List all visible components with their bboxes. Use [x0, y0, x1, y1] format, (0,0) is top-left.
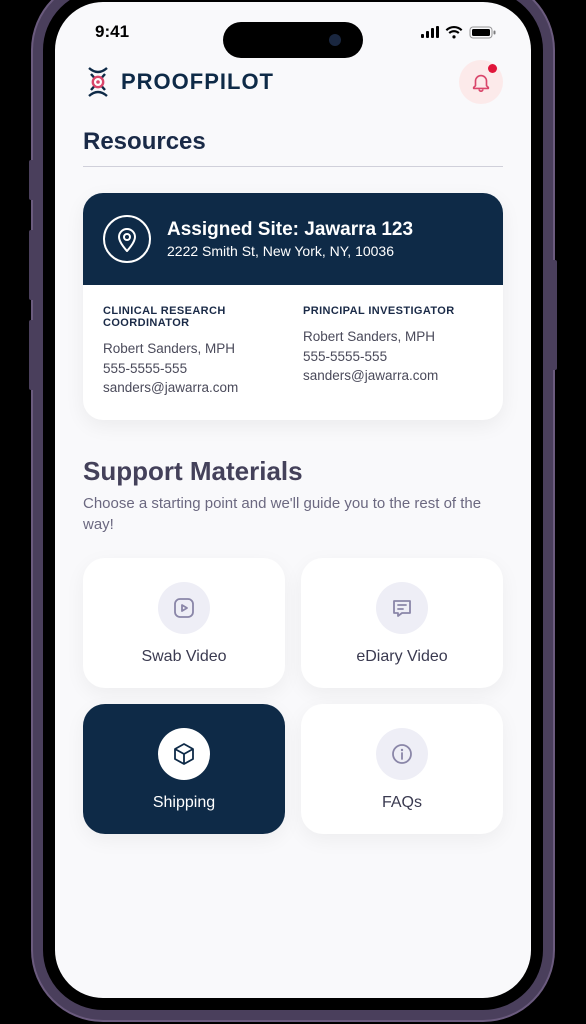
side-button: [29, 230, 33, 300]
contact-email: sanders@jawarra.com: [303, 366, 483, 386]
notifications-button[interactable]: [459, 60, 503, 104]
tile-label: Shipping: [153, 794, 215, 812]
tile-shipping[interactable]: Shipping: [83, 704, 285, 834]
tile-label: eDiary Video: [356, 648, 447, 666]
contact-phone: 555-5555-555: [303, 347, 483, 367]
status-time: 9:41: [95, 22, 129, 42]
title-divider: [83, 166, 503, 167]
assigned-site-card: Assigned Site: Jawarra 123 2222 Smith St…: [83, 193, 503, 420]
message-icon: [376, 582, 428, 634]
contact-role: CLINICAL RESEARCH COORDINATOR: [103, 305, 283, 329]
brand-name: PROOFPILOT: [121, 69, 274, 95]
side-button: [29, 160, 33, 200]
box-icon: [158, 728, 210, 780]
side-button: [553, 260, 557, 370]
wifi-icon: [445, 26, 463, 39]
site-address: 2222 Smith St, New York, NY, 10036: [167, 243, 413, 259]
info-icon: [376, 728, 428, 780]
notification-dot: [488, 64, 497, 73]
tile-swab-video[interactable]: Swab Video: [83, 558, 285, 688]
tile-faqs[interactable]: FAQs: [301, 704, 503, 834]
logo-mark-icon: [83, 64, 113, 100]
location-pin-icon: [103, 215, 151, 263]
site-title: Assigned Site: Jawarra 123: [167, 219, 413, 241]
contact-email: sanders@jawarra.com: [103, 378, 283, 398]
support-tiles: Swab Video eDiary Video Shipping: [83, 558, 503, 834]
support-materials-title: Support Materials: [83, 456, 503, 487]
contact-name: Robert Sanders, MPH: [103, 339, 283, 359]
status-indicators: [421, 26, 497, 39]
contact-coordinator: CLINICAL RESEARCH COORDINATOR Robert San…: [103, 305, 283, 398]
contact-investigator: PRINCIPAL INVESTIGATOR Robert Sanders, M…: [303, 305, 483, 398]
signal-icon: [421, 26, 439, 38]
phone-screen: 9:41: [43, 0, 543, 1010]
bell-icon: [470, 71, 492, 93]
support-materials-subtitle: Choose a starting point and we'll guide …: [83, 493, 503, 537]
page-title: Resources: [83, 128, 503, 156]
side-button: [29, 320, 33, 390]
notch: [223, 22, 363, 58]
contact-phone: 555-5555-555: [103, 359, 283, 379]
contact-name: Robert Sanders, MPH: [303, 327, 483, 347]
tile-label: FAQs: [382, 794, 422, 812]
site-header: Assigned Site: Jawarra 123 2222 Smith St…: [83, 193, 503, 285]
phone-frame: 9:41: [33, 0, 553, 1020]
tile-ediary-video[interactable]: eDiary Video: [301, 558, 503, 688]
contact-role: PRINCIPAL INVESTIGATOR: [303, 305, 483, 317]
battery-icon: [469, 26, 497, 39]
tile-label: Swab Video: [141, 648, 226, 666]
play-icon: [158, 582, 210, 634]
brand-logo: PROOFPILOT: [83, 64, 274, 100]
